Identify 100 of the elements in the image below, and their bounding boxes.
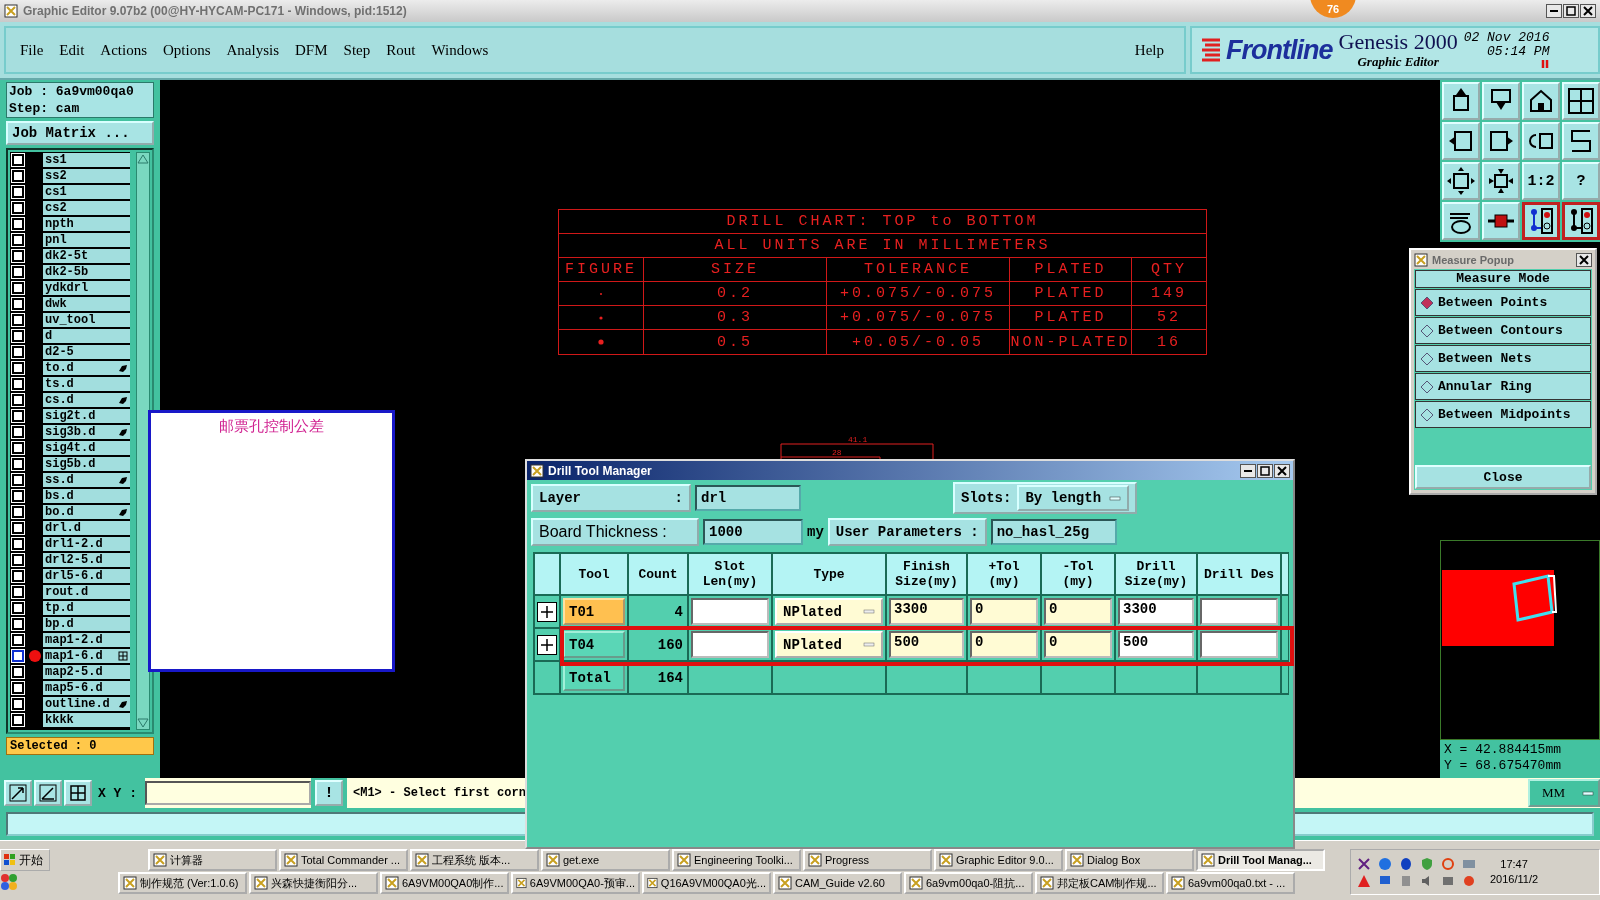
layer-item[interactable]: drl2-5.d [43,552,130,568]
layer-item[interactable]: ts.d [43,376,130,392]
minimize-button[interactable] [1240,463,1256,478]
layer-checkbox[interactable] [12,266,24,278]
finish-size-field[interactable]: 500 [889,631,964,658]
menu-item[interactable]: Analysis [226,41,280,59]
tool-button[interactable]: T01 [563,598,625,625]
layer-checkbox[interactable] [12,298,24,310]
layer-item[interactable]: dk2-5b [43,264,130,280]
layer-item[interactable]: sig4t.d [43,440,130,456]
plus-tolerance-field[interactable]: 0 [970,631,1038,658]
toolbar-button[interactable] [1562,202,1600,240]
layer-checkbox[interactable] [12,282,24,294]
layer-checkbox[interactable] [12,490,24,502]
taskbar-item[interactable]: 6a9vm00qa0.txt - ... [1166,872,1295,894]
layer-checkbox[interactable] [12,474,24,486]
close-popup-button[interactable]: Close [1415,465,1591,489]
layer-checkbox[interactable] [12,186,24,198]
layer-item[interactable]: kkkk [43,712,130,728]
layer-item[interactable]: dk2-5t [43,248,130,264]
minus-tolerance-field[interactable]: 0 [1044,631,1112,658]
layer-field[interactable]: drl [695,485,801,511]
menu-item[interactable]: Options [163,41,211,59]
close-button[interactable] [1576,253,1592,267]
taskbar-item[interactable]: 6A9VM00QA0-预审... [511,872,640,894]
layer-checkbox[interactable] [12,538,24,550]
maximize-button[interactable] [1563,4,1579,18]
taskbar-item[interactable]: Drill Tool Manag... [1196,849,1325,871]
drill-size-field[interactable]: 500 [1118,631,1194,658]
taskbar-item[interactable]: 6A9VM00QA0制作... [380,872,509,894]
help-menu[interactable]: Help [1134,41,1164,59]
type-dropdown[interactable]: NPlated [775,598,883,625]
layer-item[interactable]: d [43,328,130,344]
toolbar-button[interactable] [1522,202,1560,240]
radio-diamond[interactable] [1420,351,1434,366]
radio-diamond[interactable] [1420,379,1434,394]
radio-diamond[interactable] [1420,407,1434,422]
layer-checkbox[interactable] [12,522,24,534]
layer-checkbox[interactable] [12,362,24,374]
tool-button[interactable] [4,780,32,806]
layer-item[interactable]: map1-6.d [43,648,130,664]
layer-item[interactable]: bs.d [43,488,130,504]
taskbar-item[interactable]: 邦定板CAM制作规... [1035,872,1164,894]
minimize-button[interactable] [1546,4,1562,18]
layer-checkbox[interactable] [12,634,24,646]
taskbar-item[interactable]: Total Commander ... [279,849,408,871]
units-dropdown[interactable]: MM [1528,779,1600,807]
plus-tolerance-field[interactable]: 0 [970,598,1038,625]
taskbar-item[interactable]: CAM_Guide v2.60 [773,872,902,894]
expand-button[interactable] [537,634,557,655]
maximize-button[interactable] [1257,463,1273,478]
layer-checkbox[interactable] [12,234,24,246]
layer-checkbox[interactable] [12,682,24,694]
mode-option[interactable]: Between Contours [1415,317,1591,344]
layer-item[interactable]: map2-5.d [43,664,130,680]
layer-checkbox[interactable] [12,250,24,262]
layer-item[interactable]: tp.d [43,600,130,616]
layer-item[interactable]: map5-6.d [43,680,130,696]
menu-item[interactable]: Windows [431,41,489,59]
taskbar-item[interactable]: 制作规范 (Ver:1.0.6) [118,872,247,894]
menu-item[interactable]: DFM [295,41,328,59]
layer-checkbox[interactable] [12,218,24,230]
toolbar-button[interactable]: 1:2 [1522,162,1560,200]
close-button[interactable] [1580,4,1596,18]
layer-item[interactable]: uv_tool [43,312,130,328]
layer-checkbox[interactable] [12,410,24,422]
mode-option[interactable]: Between Nets [1415,345,1591,372]
layer-item[interactable]: cs1 [43,184,130,200]
mode-option[interactable]: Between Midpoints [1415,401,1591,428]
layer-item[interactable]: drl5-6.d [43,568,130,584]
layer-checkbox[interactable] [12,314,24,326]
finish-size-field[interactable]: 3300 [889,598,964,625]
layer-item[interactable]: dwk [43,296,130,312]
layer-checkbox[interactable] [12,650,24,662]
mode-option[interactable]: Between Points [1415,289,1591,316]
layer-checkbox[interactable] [12,442,24,454]
menu-item[interactable]: Step [343,41,371,59]
layer-checkbox[interactable] [12,458,24,470]
layer-checkbox[interactable] [12,346,24,358]
layer-checkbox[interactable] [12,170,24,182]
layer-item[interactable]: ss1 [43,152,130,168]
layer-item[interactable]: pnl [43,232,130,248]
layer-checkbox[interactable] [12,378,24,390]
taskbar-item[interactable]: 兴森快捷衡阳分... [249,872,378,894]
taskbar-item[interactable]: get.exe [541,849,670,871]
layer-item[interactable]: cs2 [43,200,130,216]
taskbar-item[interactable]: Q16A9VM00QA0光... [642,872,771,894]
scrollbar[interactable] [136,152,150,730]
layer-item[interactable]: to.d [43,360,130,376]
layer-checkbox[interactable] [12,394,24,406]
layer-item[interactable]: sig5b.d [43,456,130,472]
taskbar-item[interactable]: Dialog Box [1065,849,1194,871]
taskbar-item[interactable]: Engineering Toolki... [672,849,801,871]
taskbar-item[interactable]: 计算器 [148,849,277,871]
layer-checkbox[interactable] [12,618,24,630]
tool-button[interactable] [34,780,62,806]
thickness-field[interactable]: 1000 [703,519,803,545]
layer-item[interactable]: npth [43,216,130,232]
tool-button[interactable] [64,780,92,806]
taskbar-item[interactable]: 工程系统 版本... [410,849,539,871]
